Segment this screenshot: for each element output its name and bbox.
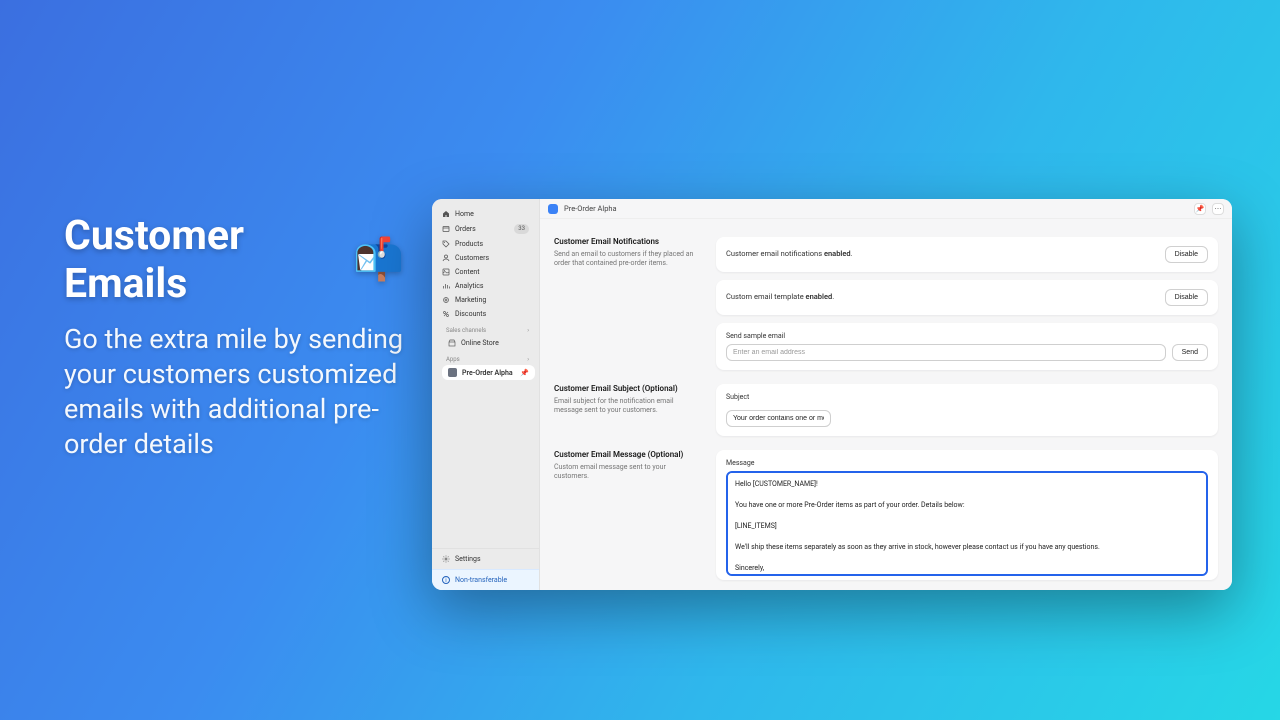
section-notifications: Customer Email Notifications Send an ema… (554, 237, 1218, 370)
sidebar-item-label: Pre-Order Alpha (462, 369, 515, 377)
chevron-right-icon: › (527, 327, 529, 334)
orders-icon (442, 225, 450, 233)
sidebar-item-customers[interactable]: Customers (436, 251, 535, 265)
status-text: Customer email notifications enabled. (726, 249, 853, 260)
sample-email-input[interactable] (726, 344, 1166, 361)
status-text: Custom email template enabled. (726, 292, 834, 303)
sidebar-item-label: Products (455, 240, 529, 248)
disable-notifications-button[interactable]: Disable (1165, 246, 1208, 263)
sidebar-item-orders[interactable]: Orders 33 (436, 221, 535, 237)
gear-icon (442, 555, 450, 563)
content: Customer Email Notifications Send an ema… (540, 219, 1232, 590)
card-email-notifications-enabled: Customer email notifications enabled. Di… (716, 237, 1218, 272)
sidebar-item-label: Home (455, 210, 529, 218)
tag-icon (442, 240, 450, 248)
percent-icon (442, 310, 450, 318)
chevron-right-icon: › (527, 356, 529, 363)
section-desc: Custom email message sent to your custom… (554, 463, 702, 482)
send-sample-button[interactable]: Send (1172, 344, 1208, 361)
app-badge-icon (548, 204, 558, 214)
more-button[interactable]: ⋯ (1212, 203, 1224, 215)
sidebar-item-label: Marketing (455, 296, 529, 304)
message-label: Message (726, 459, 1208, 467)
sales-channels-label: Sales channels (446, 327, 486, 334)
section-title: Customer Email Notifications (554, 237, 702, 246)
sidebar-item-analytics[interactable]: Analytics (436, 279, 535, 293)
info-icon: i (442, 576, 450, 584)
non-transferable-label: Non-transferable (455, 576, 507, 584)
sidebar-item-marketing[interactable]: Marketing (436, 293, 535, 307)
app-icon (448, 368, 457, 377)
card-custom-template-enabled: Custom email template enabled. Disable (716, 280, 1218, 315)
sidebar-item-label: Analytics (455, 282, 529, 290)
hero-subtitle: Go the extra mile by sending your custom… (64, 322, 404, 462)
section-message: Customer Email Message (Optional) Custom… (554, 450, 1218, 580)
sidebar-item-discounts[interactable]: Discounts (436, 307, 535, 321)
app-window: Home Orders 33 Products Customers Conten… (432, 199, 1232, 590)
pin-button[interactable]: 📌 (1194, 203, 1206, 215)
sidebar-item-content[interactable]: Content (436, 265, 535, 279)
sidebar-item-preorder-alpha[interactable]: Pre-Order Alpha 📌 (442, 365, 535, 380)
home-icon (442, 210, 450, 218)
sidebar-item-label: Discounts (455, 310, 529, 318)
card-send-sample: Send sample email Send (716, 323, 1218, 370)
disable-template-button[interactable]: Disable (1165, 289, 1208, 306)
settings-label: Settings (455, 555, 481, 563)
sample-email-label: Send sample email (726, 332, 1208, 340)
card-message: Message (716, 450, 1218, 580)
sidebar-item-products[interactable]: Products (436, 237, 535, 251)
hero-title-text: Customer Emails (64, 212, 343, 308)
sidebar-item-label: Orders (455, 225, 509, 233)
apps-label: Apps (446, 356, 460, 363)
main-pane: Pre-Order Alpha 📌 ⋯ Customer Email Notif… (540, 199, 1232, 590)
pin-icon[interactable]: 📌 (520, 369, 529, 377)
section-title: Customer Email Subject (Optional) (554, 384, 702, 393)
page-title: Pre-Order Alpha (564, 204, 617, 213)
section-desc: Send an email to customers if they place… (554, 250, 702, 269)
sales-channels-header[interactable]: Sales channels › (436, 321, 535, 336)
message-textarea[interactable] (726, 471, 1208, 576)
sidebar-item-label: Customers (455, 254, 529, 262)
orders-badge: 33 (514, 224, 529, 234)
mailbox-icon: 📬 (353, 236, 404, 284)
section-desc: Email subject for the notification email… (554, 397, 702, 416)
content-icon (442, 268, 450, 276)
sidebar: Home Orders 33 Products Customers Conten… (432, 199, 540, 590)
marketing-hero: Customer Emails 📬 Go the extra mile by s… (64, 212, 404, 462)
sidebar-item-settings[interactable]: Settings (432, 549, 539, 569)
hero-title: Customer Emails 📬 (64, 212, 404, 308)
target-icon (442, 296, 450, 304)
apps-header[interactable]: Apps › (436, 350, 535, 365)
section-title: Customer Email Message (Optional) (554, 450, 702, 459)
person-icon (442, 254, 450, 262)
sidebar-item-online-store[interactable]: Online Store (442, 336, 535, 350)
analytics-icon (442, 282, 450, 290)
non-transferable-banner[interactable]: i Non-transferable (432, 569, 539, 590)
card-subject: Subject (716, 384, 1218, 436)
subject-label: Subject (726, 393, 1208, 401)
sidebar-item-label: Content (455, 268, 529, 276)
section-subject: Customer Email Subject (Optional) Email … (554, 384, 1218, 436)
sidebar-footer: Settings i Non-transferable (432, 548, 539, 590)
subject-input[interactable] (726, 410, 831, 427)
sidebar-item-label: Online Store (461, 339, 529, 347)
store-icon (448, 339, 456, 347)
primary-nav: Home Orders 33 Products Customers Conten… (432, 199, 539, 384)
sidebar-item-home[interactable]: Home (436, 207, 535, 221)
topbar: Pre-Order Alpha 📌 ⋯ (540, 199, 1232, 219)
